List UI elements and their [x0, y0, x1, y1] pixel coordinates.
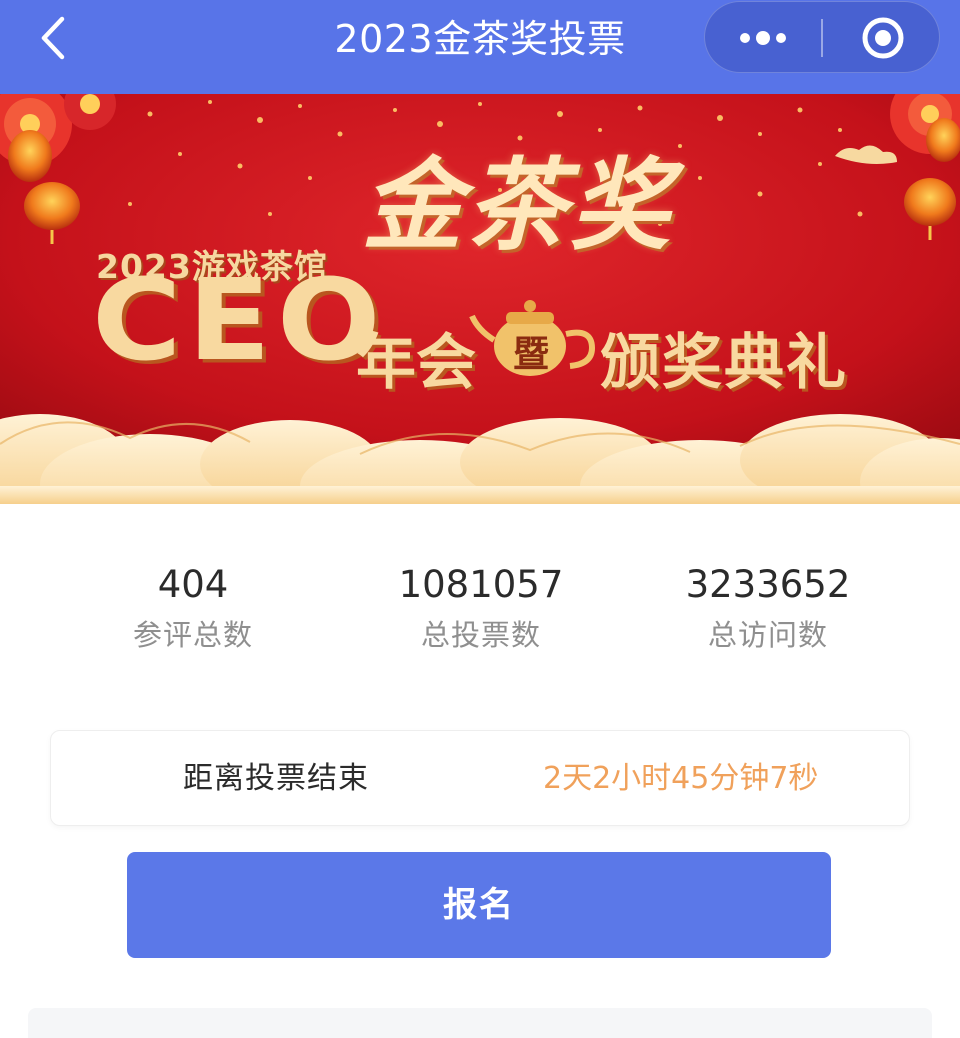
- register-button[interactable]: 报名: [127, 852, 831, 958]
- banner-annual-text: 年会: [356, 328, 476, 398]
- event-banner: 2023游戏茶馆 CEO 金茶奖 年会 暨 颁奖典礼: [0, 94, 960, 504]
- mini-program-capsule: [704, 1, 940, 73]
- more-button[interactable]: [705, 2, 821, 72]
- stat-label: 总投票数: [420, 618, 541, 652]
- close-button[interactable]: [823, 2, 939, 72]
- countdown-value: 2天2小时45分钟7秒: [543, 761, 819, 796]
- banner-ji-text: 暨: [513, 334, 550, 375]
- stat-value: 404: [157, 563, 229, 606]
- chevron-left-icon: [41, 16, 65, 60]
- stat-value: 3233652: [685, 563, 851, 606]
- target-circle-icon: [862, 17, 904, 59]
- back-button[interactable]: [22, 10, 92, 70]
- banner-ceo-text: CEO: [92, 254, 387, 386]
- countdown-card: 距离投票结束 2天2小时45分钟7秒: [50, 730, 910, 826]
- stat-label: 总访问数: [707, 618, 828, 652]
- banner-ceremony-text: 颁奖典礼: [600, 328, 848, 398]
- more-dots-icon: [740, 31, 786, 45]
- stat-value: 1081057: [398, 563, 564, 606]
- banner-main-title: 金茶奖: [362, 146, 674, 264]
- countdown-label: 距离投票结束: [183, 761, 369, 796]
- stat-participants: 404 参评总数: [43, 562, 343, 654]
- stat-total-visits: 3233652 总访问数: [618, 562, 918, 654]
- stat-label: 参评总数: [132, 618, 253, 652]
- top-navbar: 2023金茶奖投票: [0, 0, 960, 94]
- stat-total-votes: 1081057 总投票数: [331, 562, 631, 654]
- bottom-panel: [28, 1008, 932, 1038]
